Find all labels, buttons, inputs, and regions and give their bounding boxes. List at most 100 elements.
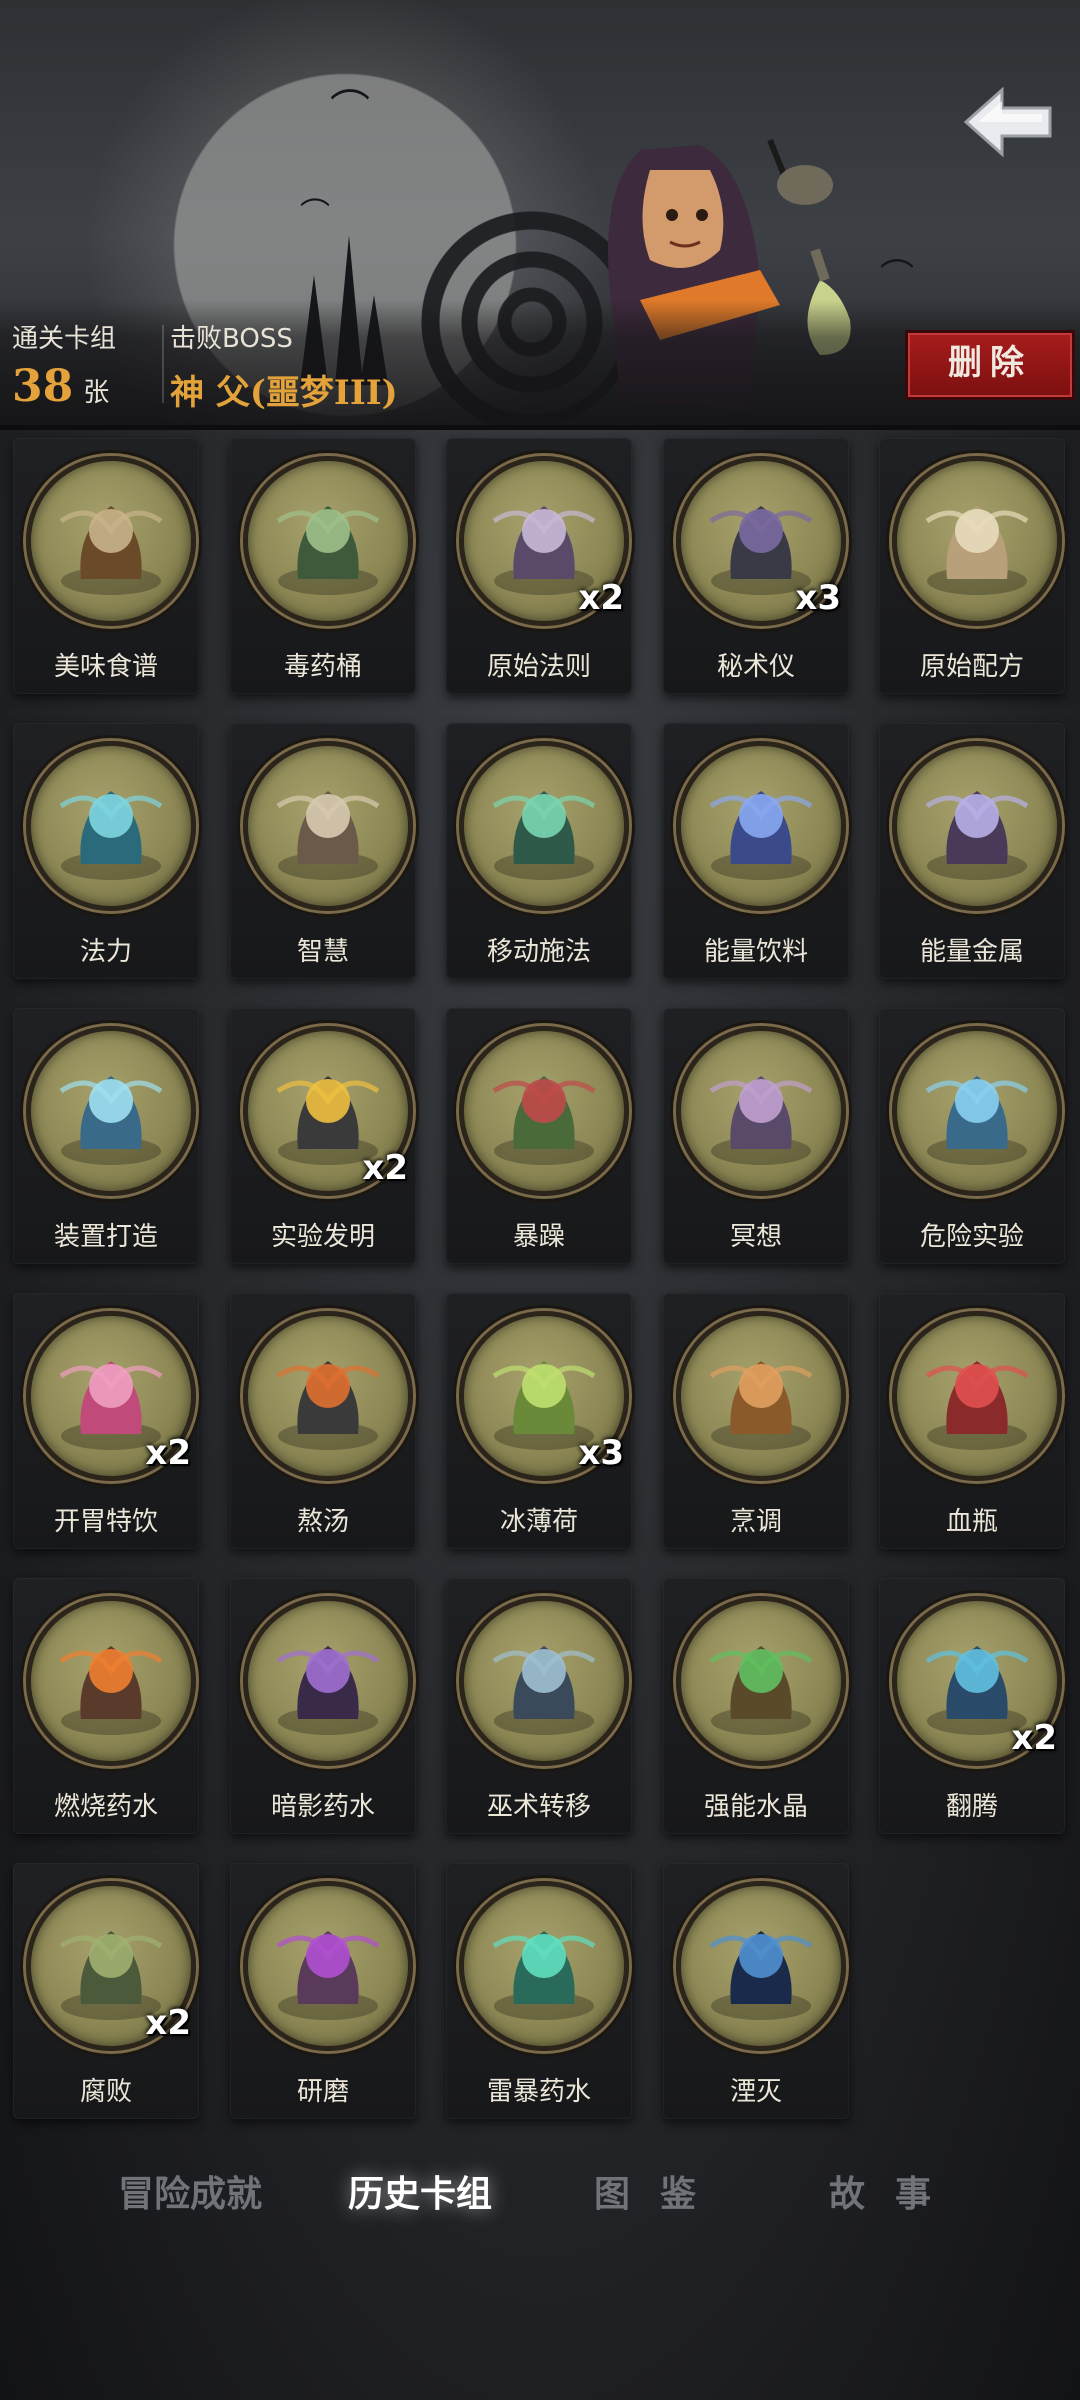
card-name: 法力 <box>79 937 132 967</box>
card-count-badge: x3 <box>578 1433 624 1473</box>
card-count-badge: x2 <box>578 578 624 618</box>
card-slot[interactable]: 暴躁 <box>446 1008 632 1264</box>
card-count-badge: x2 <box>362 1148 408 1188</box>
card-slot[interactable]: x3 秘术仪 <box>663 438 849 694</box>
card-slot[interactable]: 湮灭 <box>663 1863 849 2119</box>
blood-potion-icon <box>892 1311 1062 1481</box>
card-count-badge: x2 <box>1011 1718 1057 1758</box>
card-slot[interactable]: x2 实验发明 <box>230 1008 416 1264</box>
card-name: 研磨 <box>296 2077 349 2107</box>
dangerous-experiment-icon <box>892 1026 1062 1196</box>
card-slot[interactable]: 能量金属 <box>879 723 1065 979</box>
card-slot[interactable]: x2 原始法则 <box>446 438 632 694</box>
card-slot[interactable]: 法力 <box>13 723 199 979</box>
cleared-decks-count: 38 张 <box>12 361 116 412</box>
card-slot[interactable]: 危险实验 <box>879 1008 1065 1264</box>
bottom-tab-bar: 冒险成就 历史卡组 图鉴 故事 <box>0 2160 1080 2230</box>
stat-divider <box>162 325 164 403</box>
card-name: 腐败 <box>79 2077 132 2107</box>
cleared-decks-label: 通关卡组 <box>12 324 117 354</box>
card-name: 熬汤 <box>296 1507 349 1537</box>
card-slot[interactable]: x2 翻腾 <box>879 1578 1065 1834</box>
cauldron-icon <box>243 1311 413 1481</box>
card-slot[interactable]: 血瓶 <box>879 1293 1065 1549</box>
card-slot[interactable]: 能量饮料 <box>663 723 849 979</box>
card-name: 烹调 <box>729 1507 782 1537</box>
defeated-boss-name: 神 父(噩梦III) <box>170 373 398 413</box>
header-banner: ⌒ ⌒ ⌒ 通关卡组 38 张 击败BOSS 神 父(噩梦III) 删除 <box>0 0 1080 430</box>
meditation-icon <box>676 1026 846 1196</box>
card-count-badge: x2 <box>145 2003 191 2043</box>
card-name: 雷暴药水 <box>486 2077 591 2107</box>
card-slot[interactable]: 冥想 <box>663 1008 849 1264</box>
grinding-icon <box>243 1881 413 2051</box>
card-slot[interactable]: 智慧 <box>230 723 416 979</box>
card-slot[interactable]: x2 腐败 <box>13 1863 199 2119</box>
poison-barrel-icon <box>243 456 413 626</box>
card-name: 秘术仪 <box>716 652 795 682</box>
tab-history-decks[interactable]: 历史卡组 <box>305 2160 535 2230</box>
card-slot[interactable]: 毒药桶 <box>230 438 416 694</box>
energy-metal-icon <box>892 741 1062 911</box>
wizard-casting-icon <box>459 741 629 911</box>
bat-icon: ⌒ <box>300 197 330 232</box>
energy-drink-icon <box>676 741 846 911</box>
card-slot[interactable]: x3 冰薄荷 <box>446 1293 632 1549</box>
card-name: 实验发明 <box>270 1222 375 1252</box>
card-name: 燃烧药水 <box>53 1792 158 1822</box>
witchcraft-transfer-icon <box>459 1596 629 1766</box>
card-slot[interactable]: 装置打造 <box>13 1008 199 1264</box>
fire-potion-icon <box>26 1596 196 1766</box>
card-name: 美味食谱 <box>53 652 158 682</box>
card-count-badge: x3 <box>795 578 841 618</box>
power-crystal-icon <box>676 1596 846 1766</box>
device-crafting-icon <box>26 1026 196 1196</box>
back-arrow-icon[interactable] <box>958 82 1058 162</box>
card-slot[interactable]: 熬汤 <box>230 1293 416 1549</box>
card-name: 冰薄荷 <box>499 1507 578 1537</box>
recipe-book-icon <box>26 456 196 626</box>
card-count-badge: x2 <box>145 1433 191 1473</box>
card-slot[interactable]: 暗影药水 <box>230 1578 416 1834</box>
fox-chef-icon <box>676 1311 846 1481</box>
cleared-decks-unit: 张 <box>83 378 110 408</box>
card-name: 暗影药水 <box>270 1792 375 1822</box>
card-slot[interactable]: 原始配方 <box>879 438 1065 694</box>
delete-button[interactable]: 删除 <box>905 330 1075 400</box>
card-slot[interactable]: x2 开胃特饮 <box>13 1293 199 1549</box>
shadow-potion-icon <box>243 1596 413 1766</box>
tab-codex[interactable]: 图鉴 <box>545 2160 775 2230</box>
sage-icon <box>243 741 413 911</box>
card-name: 毒药桶 <box>283 652 362 682</box>
card-slot[interactable]: 烹调 <box>663 1293 849 1549</box>
cleared-decks-stat: 通关卡组 38 张 <box>12 318 116 412</box>
card-name: 移动施法 <box>486 937 591 967</box>
card-name: 开胃特饮 <box>53 1507 158 1537</box>
angry-ogre-icon <box>459 1026 629 1196</box>
tab-story[interactable]: 故事 <box>780 2160 1010 2230</box>
card-name: 翻腾 <box>945 1792 998 1822</box>
card-name: 冥想 <box>729 1222 782 1252</box>
defeated-boss-label: 击败BOSS <box>170 324 293 354</box>
card-slot[interactable]: 移动施法 <box>446 723 632 979</box>
card-slot[interactable]: 雷暴药水 <box>446 1863 632 2119</box>
card-slot[interactable]: 美味食谱 <box>13 438 199 694</box>
card-name: 危险实验 <box>919 1222 1024 1252</box>
bat-icon: ⌒ <box>880 257 914 297</box>
scroll-icon <box>892 456 1062 626</box>
card-name: 巫术转移 <box>486 1792 591 1822</box>
card-slot[interactable]: 巫术转移 <box>446 1578 632 1834</box>
card-name: 装置打造 <box>53 1222 158 1252</box>
card-name: 能量金属 <box>919 937 1024 967</box>
card-slot[interactable]: 研磨 <box>230 1863 416 2119</box>
card-name: 强能水晶 <box>703 1792 808 1822</box>
tab-adventure-achievements[interactable]: 冒险成就 <box>75 2160 305 2230</box>
card-name: 原始法则 <box>486 652 591 682</box>
card-name: 血瓶 <box>945 1507 998 1537</box>
card-slot[interactable]: 燃烧药水 <box>13 1578 199 1834</box>
defeated-boss-stat: 击败BOSS 神 父(噩梦III) <box>170 318 398 414</box>
thunder-potion-icon <box>459 1881 629 2051</box>
mana-orb-icon <box>26 741 196 911</box>
card-slot[interactable]: 强能水晶 <box>663 1578 849 1834</box>
card-name: 暴躁 <box>512 1222 565 1252</box>
